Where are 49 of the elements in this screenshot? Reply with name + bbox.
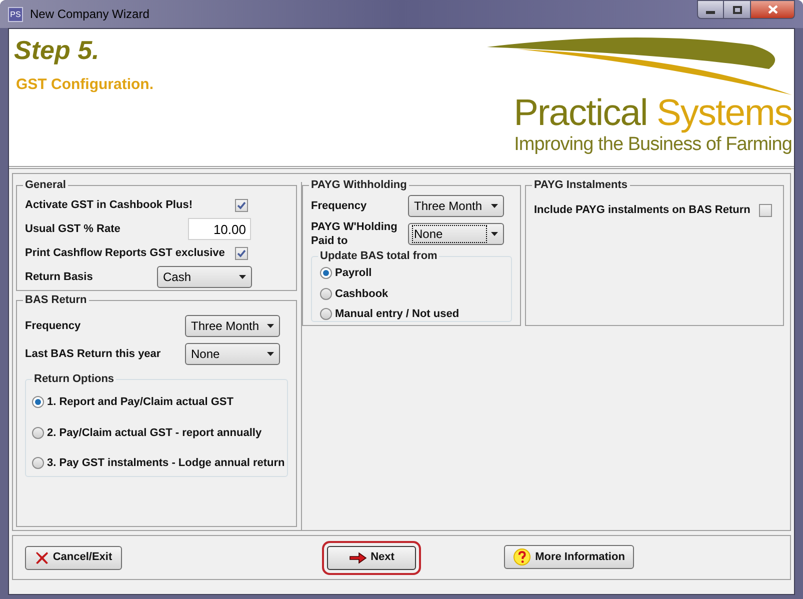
field-label: Usual GST % Rate bbox=[25, 222, 122, 236]
field-label: Frequency bbox=[311, 199, 368, 213]
dropdown[interactable]: Three Month bbox=[185, 315, 280, 337]
caret-icon bbox=[267, 324, 274, 328]
field-label: PAYG W'Holding Paid to bbox=[311, 220, 398, 248]
dropdown[interactable]: None bbox=[408, 223, 504, 245]
checkmark-icon bbox=[237, 248, 246, 258]
close-icon bbox=[768, 5, 778, 14]
dropdown[interactable]: Cash bbox=[157, 266, 252, 288]
field-label: Last BAS Return this year bbox=[25, 347, 162, 361]
logo-wordmark: Practical Systems bbox=[514, 93, 792, 133]
group-title: PAYG Withholding bbox=[309, 178, 409, 192]
close-button[interactable] bbox=[750, 0, 795, 19]
caret-icon bbox=[239, 275, 246, 279]
dropdown[interactable]: None bbox=[185, 343, 280, 365]
group-title: Update BAS total from bbox=[318, 249, 440, 263]
rate-input[interactable]: 10.00 bbox=[188, 218, 251, 240]
radio-option[interactable]: Manual entry / Not used bbox=[320, 306, 511, 322]
caret-icon bbox=[267, 352, 274, 356]
field-label: Frequency bbox=[25, 319, 82, 333]
radio-option[interactable]: Cashbook bbox=[320, 286, 511, 302]
radio-option[interactable]: 3. Pay GST instalments - Lodge annual return bbox=[32, 455, 287, 472]
radio-option[interactable]: 1. Report and Pay/Claim actual GST bbox=[32, 394, 287, 410]
arrow-right-icon bbox=[348, 552, 367, 564]
checkbox[interactable] bbox=[235, 198, 248, 212]
step-title: Step 5. bbox=[14, 34, 100, 66]
app-icon: PS bbox=[8, 6, 23, 22]
window-title: New Company Wizard bbox=[30, 6, 150, 23]
group-title: Return Options bbox=[32, 372, 116, 386]
field-label: Return Basis bbox=[25, 270, 94, 284]
question-icon bbox=[513, 548, 532, 566]
caret-icon bbox=[491, 232, 498, 236]
cross-icon bbox=[34, 550, 49, 564]
minimize-button[interactable] bbox=[697, 0, 724, 19]
maximize-button[interactable] bbox=[724, 0, 750, 19]
radio-option[interactable]: Payroll bbox=[320, 265, 511, 282]
logo-tagline: Improving the Business of Farming bbox=[514, 133, 792, 157]
checkbox[interactable] bbox=[759, 204, 772, 216]
field-label: Include PAYG instalments on BAS Return bbox=[534, 203, 752, 217]
field-label: Activate GST in Cashbook Plus! bbox=[25, 198, 194, 212]
checkbox[interactable] bbox=[235, 246, 248, 260]
radio-option[interactable]: 2. Pay/Claim actual GST - report annually bbox=[32, 424, 287, 441]
field-label: Print Cashflow Reports GST exclusive bbox=[25, 246, 226, 260]
caret-icon bbox=[491, 204, 498, 208]
dropdown[interactable]: Three Month bbox=[408, 195, 504, 217]
step-subtitle: GST Configuration. bbox=[15, 75, 154, 95]
cancel-button[interactable]: Cancel/Exit bbox=[25, 546, 122, 570]
info-button[interactable]: More Information bbox=[504, 545, 634, 569]
checkmark-icon bbox=[237, 200, 246, 210]
